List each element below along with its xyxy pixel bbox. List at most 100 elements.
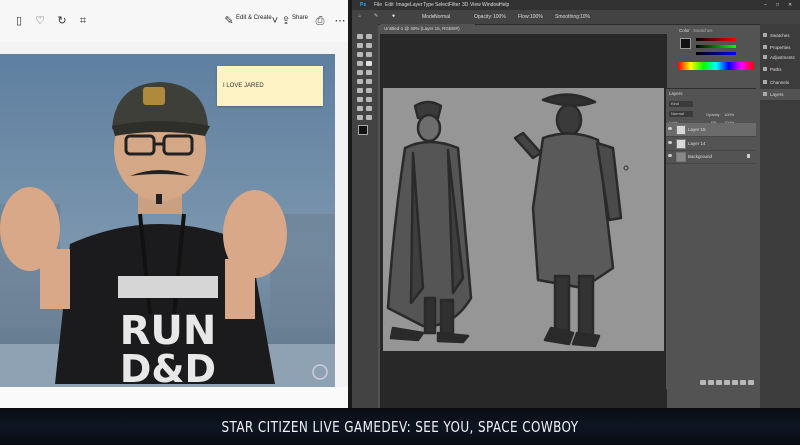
tools-panel <box>352 24 378 408</box>
edit-icon[interactable]: ✎ <box>222 14 236 28</box>
menu-3d[interactable]: 3D <box>462 2 468 8</box>
wand-tool-icon[interactable] <box>366 43 372 48</box>
pen-tool-icon[interactable] <box>357 97 363 102</box>
dock-label: Channels <box>770 80 790 85</box>
sticky-note-text: I LOVE JARED <box>223 83 264 89</box>
heart-icon[interactable]: ♡ <box>33 14 47 28</box>
mode-select[interactable]: Normal <box>434 14 450 20</box>
smoothing-label: Smoothing: <box>555 14 581 20</box>
menu-file[interactable]: File <box>374 2 382 8</box>
dock-paths[interactable]: Paths <box>760 64 800 75</box>
menu-layer[interactable]: Layer <box>410 2 423 8</box>
smoothing-field[interactable]: 10% <box>580 14 590 20</box>
visibility-eye-icon[interactable] <box>668 141 672 144</box>
blur-tool-icon[interactable] <box>357 88 363 93</box>
lasso-tool-icon[interactable] <box>357 43 363 48</box>
gradient-tool-icon[interactable] <box>366 79 372 84</box>
swatches-tab[interactable]: Swatches <box>693 28 713 33</box>
swatches-icon <box>763 33 767 37</box>
color-fg-swatch[interactable] <box>680 38 691 49</box>
document-tab[interactable]: Untitled-1 @ 40% (Layer 15, RGB/8#) <box>380 24 475 34</box>
crop-icon[interactable]: ⌗ <box>76 14 90 28</box>
rotate-icon[interactable]: ↻ <box>55 14 69 28</box>
layer-row[interactable]: Background <box>666 150 756 164</box>
hand-tool-icon[interactable] <box>357 115 363 120</box>
trash-icon[interactable] <box>748 380 754 385</box>
marquee-tool-icon[interactable] <box>366 34 372 39</box>
blend-mode-select[interactable]: Normal <box>669 111 693 117</box>
print-icon[interactable]: ⎙ <box>313 14 327 28</box>
path-select-tool-icon[interactable] <box>357 106 363 111</box>
crop-tool-icon[interactable] <box>357 52 363 57</box>
brush-icon[interactable]: ✎ <box>374 13 378 19</box>
opacity-label: Opacity: <box>474 14 493 20</box>
move-tool-icon[interactable] <box>357 34 363 39</box>
layer-filter-kind[interactable]: Kind <box>669 101 693 107</box>
shape-tool-icon[interactable] <box>366 106 372 111</box>
dock-label: Paths <box>770 67 782 72</box>
dock-label: Properties <box>770 45 791 50</box>
new-layer-icon[interactable] <box>740 380 746 385</box>
paths-icon <box>763 67 767 71</box>
shirt-text-line2: D&D <box>120 347 216 387</box>
color-tab[interactable]: Color <box>679 28 690 33</box>
menu-type[interactable]: Type <box>423 2 434 8</box>
eraser-tool-icon[interactable] <box>357 79 363 84</box>
photos-bottom-bar <box>0 387 348 408</box>
layer-row[interactable]: Layer 15 <box>666 123 756 137</box>
photoshop-menubar: Ps File Edit Image Layer Type Select Fil… <box>352 0 800 10</box>
dock-adjustments[interactable]: Adjustments <box>760 52 800 63</box>
opacity-field[interactable]: 100% <box>493 14 506 20</box>
green-slider[interactable] <box>696 45 736 48</box>
link-layers-icon[interactable] <box>700 380 706 385</box>
dodge-tool-icon[interactable] <box>366 88 372 93</box>
dock-swatches[interactable]: Swatches <box>760 30 800 41</box>
fx-icon[interactable] <box>708 380 714 385</box>
minimize-icon[interactable]: – <box>764 2 767 8</box>
flow-field[interactable]: 100% <box>530 14 543 20</box>
dock-layers[interactable]: Layers <box>760 89 800 100</box>
menu-image[interactable]: Image <box>396 2 410 8</box>
menu-edit[interactable]: Edit <box>385 2 394 8</box>
sketch-figure-left <box>386 100 473 344</box>
maximize-icon[interactable]: □ <box>776 2 779 8</box>
delete-icon[interactable]: ▯ <box>12 14 26 28</box>
menu-window[interactable]: Window <box>482 2 500 8</box>
drawing-canvas[interactable] <box>383 88 664 351</box>
share-button[interactable]: Share <box>292 15 308 21</box>
layer-row[interactable]: Layer 14 <box>666 137 756 151</box>
more-icon[interactable]: ⋯ <box>333 14 347 28</box>
home-icon[interactable]: ⌂ <box>358 13 361 19</box>
menu-view[interactable]: View <box>470 2 481 8</box>
visibility-eye-icon[interactable] <box>668 154 672 157</box>
type-tool-icon[interactable] <box>366 97 372 102</box>
menu-select[interactable]: Select <box>435 2 449 8</box>
layer-opacity-field[interactable]: 100% <box>724 112 734 117</box>
adjustments-icon <box>763 55 767 59</box>
menu-filter[interactable]: Filter <box>449 2 460 8</box>
brush-tool-icon[interactable] <box>366 61 372 66</box>
brush-size-preset[interactable]: ● <box>392 13 395 19</box>
share-icon[interactable]: ⇪ <box>279 14 293 28</box>
new-group-icon[interactable] <box>732 380 738 385</box>
dock-channels[interactable]: Channels <box>760 77 800 88</box>
edit-create-button[interactable]: Edit & Create <box>236 15 272 21</box>
visibility-eye-icon[interactable] <box>668 127 672 130</box>
blue-slider[interactable] <box>696 52 736 55</box>
menu-help[interactable]: Help <box>499 2 509 8</box>
red-slider[interactable] <box>696 38 736 41</box>
foreground-color-swatch[interactable] <box>358 125 368 135</box>
sticky-note[interactable]: I LOVE JARED <box>217 66 323 106</box>
zoom-tool-icon[interactable] <box>366 115 372 120</box>
layer-name: Layer 15 <box>688 127 706 132</box>
add-mask-icon[interactable] <box>716 380 722 385</box>
layers-footer-actions <box>700 380 756 386</box>
stamp-tool-icon[interactable] <box>357 70 363 75</box>
history-brush-tool-icon[interactable] <box>366 70 372 75</box>
layers-icon <box>763 92 767 96</box>
adjustment-layer-icon[interactable] <box>724 380 730 385</box>
close-icon[interactable]: ✕ <box>788 2 792 8</box>
eyedropper-tool-icon[interactable] <box>366 52 372 57</box>
healing-tool-icon[interactable] <box>357 61 363 66</box>
color-spectrum-bar[interactable] <box>678 62 754 70</box>
